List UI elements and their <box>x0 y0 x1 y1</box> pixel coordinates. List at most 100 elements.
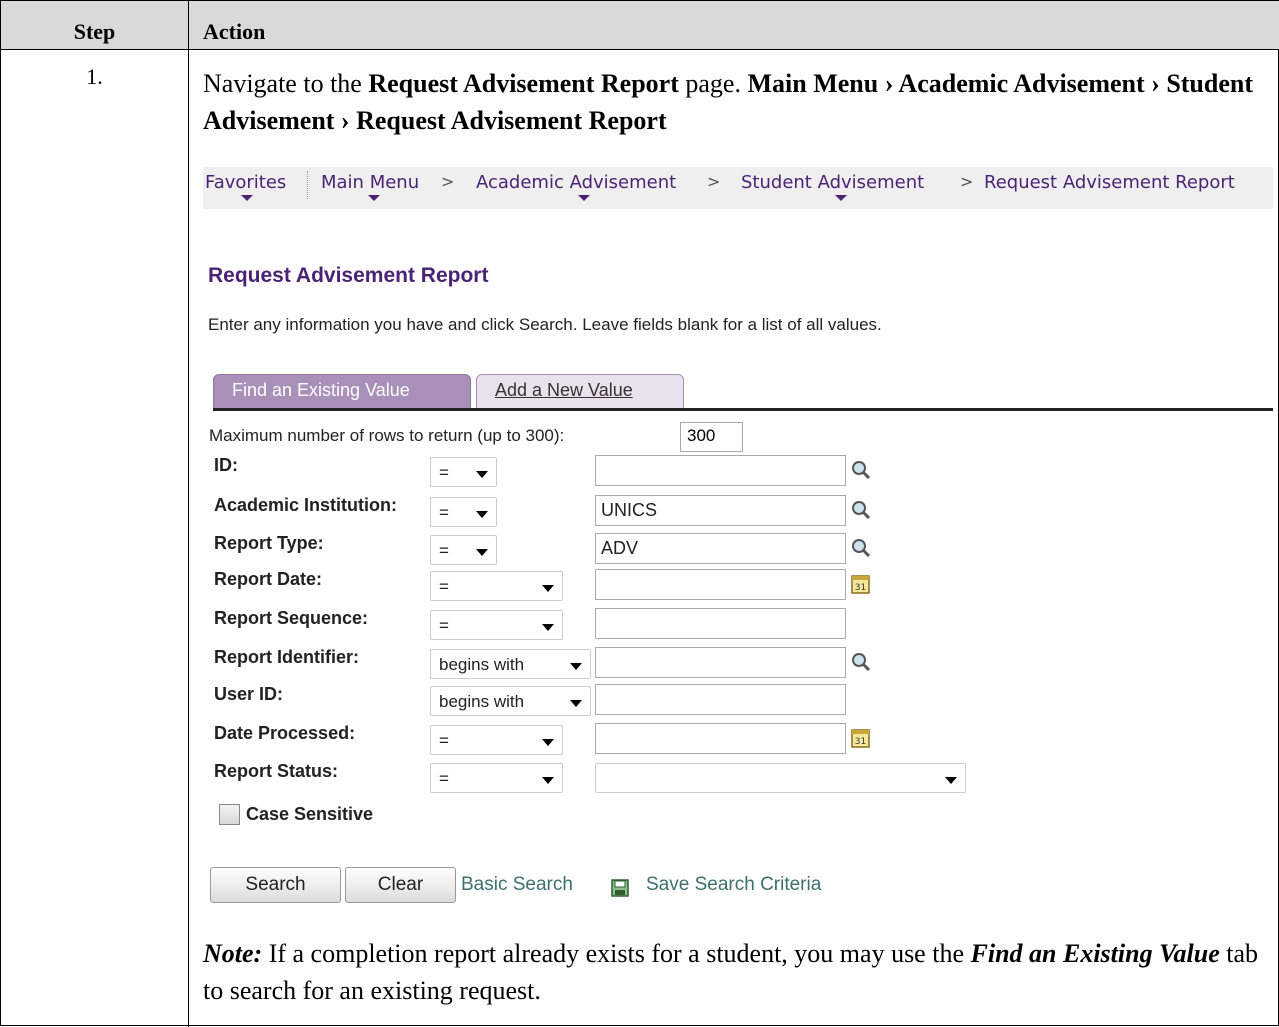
operator-select[interactable]: = <box>430 763 563 793</box>
svg-text:31: 31 <box>855 583 866 593</box>
operator-value: = <box>439 503 449 522</box>
document-table: Step Action 1. Navigate to the Request A… <box>0 0 1279 1027</box>
magnifier-icon[interactable] <box>850 499 872 521</box>
breadcrumb-main-menu[interactable]: Main Menu <box>321 172 419 193</box>
chevron-down-icon <box>542 624 554 631</box>
field-row-report-identifier: Report Identifier: begins with <box>1 647 1279 681</box>
instruction-text: Navigate to the Request Advisement Repor… <box>203 69 1254 135</box>
report-type-input[interactable]: ADV <box>595 533 846 564</box>
case-sensitive-label: Case Sensitive <box>246 804 374 824</box>
chevron-down-icon <box>241 195 253 201</box>
breadcrumb-favorites[interactable]: Favorites <box>205 172 286 193</box>
field-row-report-status: Report Status: = <box>1 761 1279 795</box>
field-label: Academic Institution: <box>214 495 398 515</box>
breadcrumb-separator: > <box>707 172 721 191</box>
field-label: User ID: <box>214 684 284 704</box>
note-label: Note: <box>203 939 263 968</box>
id-input[interactable] <box>595 455 846 486</box>
field-label: Report Sequence: <box>214 608 369 628</box>
tab-add-new[interactable]: Add a New Value <box>476 374 684 410</box>
chevron-down-icon <box>570 663 582 670</box>
report-date-input[interactable] <box>595 569 846 600</box>
max-rows-input[interactable]: 300 <box>680 422 743 452</box>
field-label: Report Type: <box>214 533 324 553</box>
basic-search-link[interactable]: Basic Search <box>461 874 573 896</box>
institution-input[interactable]: UNICS <box>595 495 846 526</box>
breadcrumb-separator: > <box>441 172 455 191</box>
chevron-down-icon <box>476 471 488 478</box>
operator-select[interactable]: = <box>430 497 497 527</box>
step-number: 1. <box>86 64 103 89</box>
case-sensitive-checkbox[interactable] <box>219 804 240 825</box>
report-sequence-input[interactable] <box>595 608 846 639</box>
operator-select[interactable]: = <box>430 610 563 640</box>
tab-add-new-label: Add a New Value <box>495 380 633 400</box>
field-row-report-sequence: Report Sequence: = <box>1 608 1279 642</box>
magnifier-icon[interactable] <box>850 537 872 559</box>
breadcrumb-divider <box>307 171 308 199</box>
max-rows-label: Maximum number of rows to return (up to … <box>209 426 565 445</box>
chevron-down-icon <box>835 195 847 201</box>
calendar-icon[interactable]: 31 <box>850 727 872 749</box>
field-row-id: ID: = <box>1 455 1279 489</box>
chevron-down-icon <box>476 549 488 556</box>
tab-find-existing[interactable]: Find an Existing Value <box>213 374 471 410</box>
save-icon[interactable] <box>610 878 630 898</box>
calendar-icon[interactable]: 31 <box>850 573 872 595</box>
field-label: Report Identifier: <box>214 647 360 667</box>
operator-value: = <box>439 577 449 596</box>
report-status-select[interactable] <box>595 763 966 793</box>
field-label: Report Date: <box>214 569 323 589</box>
note-body-1: If a completion report already exists fo… <box>262 939 971 968</box>
chevron-down-icon <box>578 195 590 201</box>
chevron-down-icon <box>542 585 554 592</box>
page-description: Enter any information you have and click… <box>208 315 882 334</box>
operator-value: = <box>439 463 449 482</box>
field-label: ID: <box>214 455 238 475</box>
chevron-down-icon <box>945 777 957 784</box>
date-processed-input[interactable] <box>595 723 846 754</box>
breadcrumb-separator: > <box>960 172 974 191</box>
breadcrumb-current: Request Advisement Report <box>984 172 1235 193</box>
magnifier-icon[interactable] <box>850 651 872 673</box>
operator-select[interactable]: = <box>430 571 563 601</box>
operator-value: = <box>439 616 449 635</box>
operator-select[interactable]: = <box>430 535 497 565</box>
operator-value: = <box>439 731 449 750</box>
operator-select[interactable]: = <box>430 457 497 487</box>
tab-underline <box>213 408 1273 411</box>
field-row-report-type: Report Type: = ADV <box>1 533 1279 567</box>
page-title: Request Advisement Report <box>208 264 489 287</box>
note-text: Note: If a completion report already exi… <box>203 935 1273 1009</box>
svg-text:31: 31 <box>855 737 866 747</box>
operator-select[interactable]: = <box>430 725 563 755</box>
user-id-input[interactable] <box>595 684 846 715</box>
operator-value: begins with <box>439 655 525 674</box>
note-tab-ref: Find an Existing Value <box>970 939 1220 968</box>
chevron-down-icon <box>476 511 488 518</box>
chevron-down-icon <box>542 739 554 746</box>
chevron-down-icon <box>542 777 554 784</box>
search-button[interactable]: Search <box>210 867 341 903</box>
breadcrumb-academic-advisement[interactable]: Academic Advisement <box>476 172 676 193</box>
report-identifier-input[interactable] <box>595 647 846 678</box>
field-label: Date Processed: <box>214 723 356 743</box>
header-action: Action <box>203 19 266 44</box>
chevron-down-icon <box>368 195 380 201</box>
operator-value: begins with <box>439 692 525 711</box>
save-search-criteria-link[interactable]: Save Search Criteria <box>646 874 821 896</box>
magnifier-icon[interactable] <box>850 459 872 481</box>
operator-select[interactable]: begins with <box>430 686 591 716</box>
field-label: Report Status: <box>214 761 339 781</box>
chevron-down-icon <box>570 700 582 707</box>
breadcrumb: Favorites Main Menu > Academic Advisemen… <box>203 167 1273 209</box>
table-header <box>1 1 1279 50</box>
page-name: Request Advisement Report <box>368 69 679 98</box>
breadcrumb-student-advisement[interactable]: Student Advisement <box>741 172 924 193</box>
field-row-user-id: User ID: begins with <box>1 684 1279 718</box>
field-row-report-date: Report Date: = 31 <box>1 569 1279 603</box>
field-row-date-processed: Date Processed: = 31 <box>1 723 1279 757</box>
operator-select[interactable]: begins with <box>430 649 591 679</box>
clear-button[interactable]: Clear <box>345 867 456 903</box>
operator-value: = <box>439 769 449 788</box>
